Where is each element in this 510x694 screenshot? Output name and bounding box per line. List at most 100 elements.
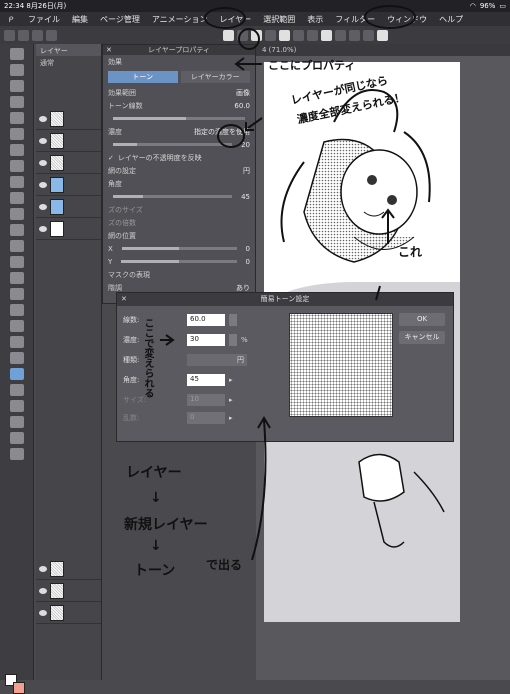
- lines-input[interactable]: 60.0: [187, 314, 225, 326]
- layer-thumbnail: [50, 604, 64, 621]
- angle-slider[interactable]: [113, 195, 233, 198]
- lasso-tool-icon[interactable]: [10, 112, 24, 124]
- eye-icon[interactable]: [39, 587, 47, 594]
- x-value[interactable]: 0: [246, 245, 250, 253]
- app-logo-icon[interactable]: ᑭ: [0, 15, 22, 24]
- y-value[interactable]: 0: [246, 258, 250, 266]
- density-stepper[interactable]: [229, 334, 237, 346]
- eyedropper-tool-icon[interactable]: [10, 144, 24, 156]
- menu-selection[interactable]: 選択範囲: [257, 14, 301, 25]
- angle-arrow-icon[interactable]: ▸: [229, 376, 233, 384]
- mask-mode-select[interactable]: あり: [236, 283, 250, 293]
- wand-tool-icon[interactable]: [10, 128, 24, 140]
- layer-row[interactable]: [36, 602, 101, 624]
- layer-row[interactable]: [36, 558, 101, 580]
- eye-icon[interactable]: [39, 159, 47, 166]
- noise-arrow-icon[interactable]: ▸: [229, 414, 233, 422]
- pen-tool-icon[interactable]: [10, 160, 24, 172]
- gradient-tool-icon[interactable]: [10, 256, 24, 268]
- layer-row[interactable]: [36, 218, 101, 240]
- cmd-icon[interactable]: [279, 29, 290, 41]
- lines-stepper[interactable]: [229, 314, 237, 326]
- cmd-icon[interactable]: [46, 29, 57, 41]
- operation-tool-icon[interactable]: [10, 416, 24, 428]
- size-input[interactable]: 10: [187, 394, 225, 406]
- menu-view[interactable]: 表示: [301, 14, 329, 25]
- close-icon[interactable]: ✕: [106, 46, 112, 54]
- menu-help[interactable]: ヘルプ: [433, 14, 469, 25]
- select-tool-icon[interactable]: [10, 96, 24, 108]
- undo-tool-icon[interactable]: [10, 448, 24, 460]
- layer-tab[interactable]: レイヤー: [36, 44, 101, 56]
- tone-lines-slider[interactable]: [113, 117, 245, 120]
- ok-button[interactable]: OK: [399, 313, 445, 326]
- blend-mode-select[interactable]: 通常: [36, 56, 101, 68]
- figure-tool-icon[interactable]: [10, 272, 24, 284]
- layer-row[interactable]: [36, 174, 101, 196]
- airbrush-tool-icon[interactable]: [10, 208, 24, 220]
- cmd-icon[interactable]: [335, 29, 346, 41]
- menu-file[interactable]: ファイル: [22, 14, 66, 25]
- density-slider[interactable]: [113, 143, 233, 146]
- cmd-icon[interactable]: [349, 29, 360, 41]
- cmd-icon[interactable]: [32, 29, 43, 41]
- move-tool-icon[interactable]: [10, 64, 24, 76]
- hand-tool-icon[interactable]: [10, 80, 24, 92]
- menu-page[interactable]: ページ管理: [94, 14, 146, 25]
- eye-icon[interactable]: [39, 203, 47, 210]
- eye-icon[interactable]: [39, 225, 47, 232]
- close-icon[interactable]: ✕: [121, 293, 127, 306]
- brush-tool-icon[interactable]: [10, 192, 24, 204]
- dot-shape-select[interactable]: 円: [243, 166, 250, 176]
- pencil-tool-icon[interactable]: [10, 176, 24, 188]
- eye-icon[interactable]: [39, 565, 47, 572]
- cmd-icon[interactable]: [321, 29, 332, 41]
- tone-effect-button[interactable]: トーン: [108, 71, 178, 83]
- layer-row[interactable]: [36, 196, 101, 218]
- cmd-icon[interactable]: [18, 29, 29, 41]
- eye-icon[interactable]: [39, 181, 47, 188]
- fill-tool-icon[interactable]: [10, 240, 24, 252]
- cmd-icon[interactable]: [4, 29, 15, 41]
- cmd-icon[interactable]: [223, 29, 234, 41]
- cmd-icon[interactable]: [307, 29, 318, 41]
- size-arrow-icon[interactable]: ▸: [229, 396, 233, 404]
- angle-value[interactable]: 45: [241, 193, 250, 201]
- line-tool-icon[interactable]: [10, 352, 24, 364]
- eye-icon[interactable]: [39, 115, 47, 122]
- cmd-icon[interactable]: [363, 29, 374, 41]
- decoration-tool-icon[interactable]: [10, 432, 24, 444]
- layer-row[interactable]: [36, 580, 101, 602]
- density-input[interactable]: 30: [187, 334, 225, 346]
- y-slider[interactable]: [121, 260, 237, 263]
- effect-range-select[interactable]: 画像: [236, 88, 250, 98]
- eye-icon[interactable]: [39, 137, 47, 144]
- frame-tool-icon[interactable]: [10, 288, 24, 300]
- balloon-tool-icon[interactable]: [10, 336, 24, 348]
- menu-edit[interactable]: 編集: [66, 14, 94, 25]
- correction-tool-icon[interactable]: [10, 368, 24, 380]
- cmd-icon[interactable]: [293, 29, 304, 41]
- eraser-tool-icon[interactable]: [10, 224, 24, 236]
- cancel-button[interactable]: キャンセル: [399, 331, 445, 344]
- layer-row[interactable]: [36, 152, 101, 174]
- cmd-icon[interactable]: [265, 29, 276, 41]
- noise-input[interactable]: 0: [187, 412, 225, 424]
- ruler-tool-icon[interactable]: [10, 304, 24, 316]
- angle-input[interactable]: 45: [187, 374, 225, 386]
- x-slider[interactable]: [121, 247, 237, 250]
- cmd-icon[interactable]: [377, 29, 388, 41]
- layer-color-button[interactable]: レイヤーカラー: [180, 71, 250, 83]
- text-tool-icon[interactable]: [10, 320, 24, 332]
- tone-lines-value[interactable]: 60.0: [234, 102, 250, 110]
- blend-tool-icon[interactable]: [10, 384, 24, 396]
- type-select[interactable]: 円: [187, 354, 247, 366]
- shape-tool-icon[interactable]: [10, 400, 24, 412]
- layer-row[interactable]: [36, 130, 101, 152]
- layer-row[interactable]: [36, 108, 101, 130]
- sub-color-swatch[interactable]: [13, 682, 25, 694]
- zoom-tool-icon[interactable]: [10, 48, 24, 60]
- check-icon[interactable]: ✓: [108, 154, 114, 162]
- canvas-tab[interactable]: 4 (71.0%): [256, 44, 510, 56]
- eye-icon[interactable]: [39, 609, 47, 616]
